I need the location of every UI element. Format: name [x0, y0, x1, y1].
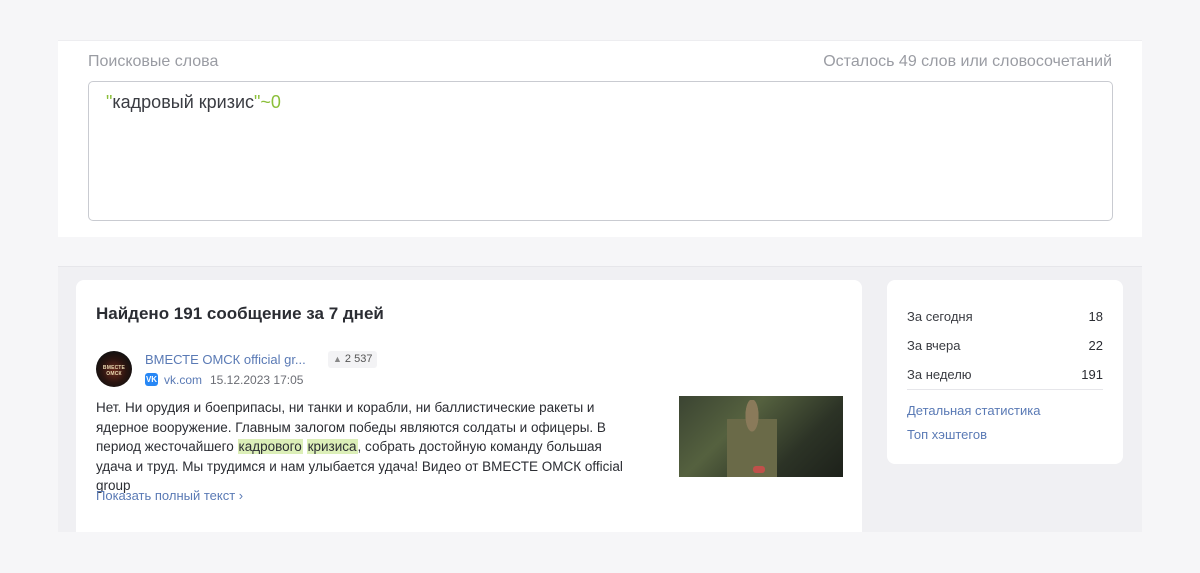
avatar-logo-text: ВМЕСТЕ ОМСК	[102, 365, 126, 377]
author-avatar[interactable]: ВМЕСТЕ ОМСК	[96, 351, 132, 387]
detailed-stats-link[interactable]: Детальная статистика	[907, 403, 1040, 418]
query-phrase: кадровый кризис	[112, 92, 254, 112]
audience-icon: ▲	[333, 354, 342, 364]
thumbnail-figure	[727, 400, 777, 477]
highlight-keyword-1: кадрового	[237, 439, 303, 454]
thumbnail-detail	[753, 466, 765, 473]
query-text: "кадровый кризис"~0	[106, 92, 281, 113]
source-link[interactable]: vk.com	[164, 373, 202, 387]
highlight-keyword-2: кризиса	[306, 439, 358, 454]
stat-label-yesterday: За вчера	[907, 338, 961, 353]
results-title: Найдено 191 сообщение за 7 дней	[96, 304, 384, 323]
video-thumbnail[interactable]	[679, 396, 843, 477]
post-text: Нет. Ни орудия и боеприпасы, ни танки и …	[96, 398, 641, 496]
remaining-words-counter: Осталось 49 слов или словосочетаний	[823, 53, 1112, 70]
results-area: Найдено 191 сообщение за 7 дней ВМЕСТЕ О…	[58, 266, 1142, 532]
vk-icon: VK	[145, 373, 158, 386]
stat-label-week: За неделю	[907, 367, 972, 382]
reach-badge: ▲ 2 537	[328, 351, 378, 368]
results-card: Найдено 191 сообщение за 7 дней ВМЕСТЕ О…	[76, 280, 862, 532]
search-query-textarea[interactable]: "кадровый кризис"~0	[88, 81, 1113, 221]
stat-row-week: За неделю 191	[907, 367, 1103, 382]
top-hashtags-link[interactable]: Топ хэштегов	[907, 427, 987, 442]
search-panel: Поисковые слова Осталось 49 слов или сло…	[58, 40, 1142, 237]
stat-row-today: За сегодня 18	[907, 309, 1103, 324]
stats-divider	[907, 389, 1103, 390]
show-full-text-link[interactable]: Показать полный текст ›	[96, 488, 243, 503]
author-link[interactable]: ВМЕСТЕ ОМСК official gr...	[145, 352, 306, 367]
stat-value-week: 191	[1081, 367, 1103, 382]
stat-row-yesterday: За вчера 22	[907, 338, 1103, 353]
search-label: Поисковые слова	[88, 53, 219, 70]
stat-label-today: За сегодня	[907, 309, 973, 324]
stat-value-today: 18	[1088, 309, 1103, 324]
stat-value-yesterday: 22	[1088, 338, 1103, 353]
stats-card: За сегодня 18 За вчера 22 За неделю 191 …	[887, 280, 1123, 464]
reach-value: 2 537	[344, 353, 373, 365]
post-date: 15.12.2023 17:05	[210, 373, 304, 387]
query-proximity-operator: ~0	[260, 92, 281, 112]
